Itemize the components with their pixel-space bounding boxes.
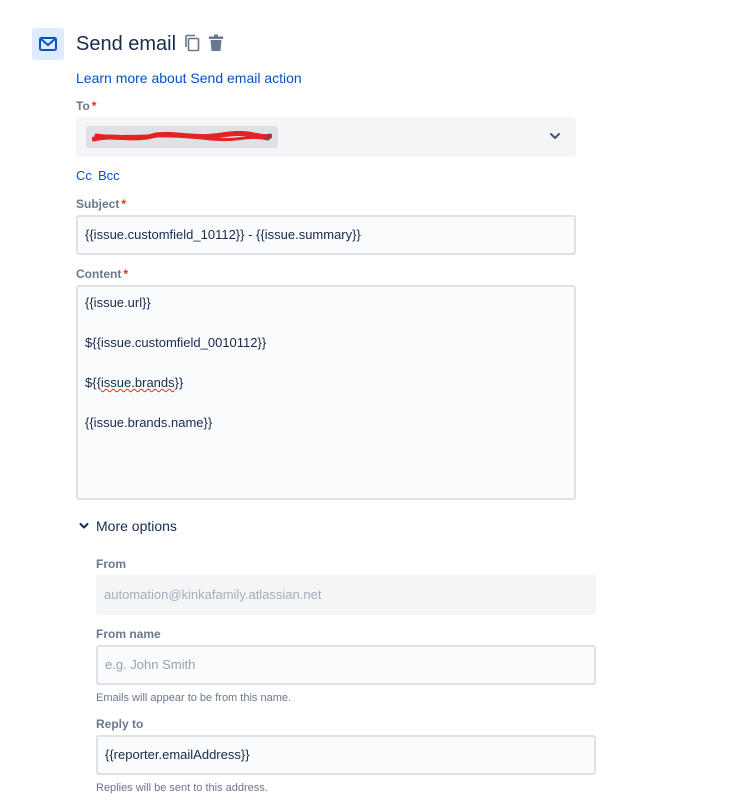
more-options-toggle[interactable]: More options	[78, 517, 177, 535]
content-label: Content *	[76, 267, 128, 281]
cc-link[interactable]: Cc	[76, 168, 92, 184]
content-textarea[interactable]: {{issue.url}} ${{issue.customfield_00101…	[76, 285, 576, 500]
remove-recipient-icon[interactable]: ×	[264, 129, 272, 144]
recipient-chip: ×	[86, 126, 278, 148]
bcc-link[interactable]: Bcc	[98, 168, 120, 184]
learn-more-link[interactable]: Learn more about Send email action	[76, 69, 302, 87]
subject-label-text: Subject	[76, 197, 120, 211]
content-label-text: Content	[76, 267, 122, 281]
page-title: Send email	[76, 33, 177, 55]
envelope-icon	[39, 37, 57, 51]
from-name-label: From name	[96, 627, 161, 641]
content-line: {{issue.brands.name}}	[85, 415, 213, 430]
content-line: ${{issue.customfield_0010112}}	[85, 335, 267, 350]
from-label: From	[96, 557, 126, 571]
to-label: To *	[76, 99, 96, 113]
trash-icon[interactable]	[207, 34, 225, 52]
action-icon-badge	[32, 28, 64, 60]
reply-to-helper: Replies will be sent to this address.	[96, 782, 268, 794]
spellcheck-underline: issue.brands	[100, 375, 175, 390]
from-name-placeholder: e.g. John Smith	[105, 657, 196, 672]
to-recipient-select[interactable]: ×	[76, 117, 576, 157]
subject-value: {{issue.customfield_10112}} - {{issue.su…	[85, 227, 361, 242]
subject-input[interactable]: {{issue.customfield_10112}} - {{issue.su…	[76, 215, 576, 255]
to-label-text: To	[76, 99, 90, 113]
from-value: automation@kinkafamily.atlassian.net	[104, 587, 322, 602]
redaction-scribble	[92, 131, 272, 142]
chevron-down-icon	[79, 523, 89, 529]
reply-to-input[interactable]: {{reporter.emailAddress}}	[96, 735, 596, 775]
from-field: automation@kinkafamily.atlassian.net	[96, 575, 596, 615]
reply-to-label: Reply to	[96, 717, 144, 731]
from-name-helper: Emails will appear to be from this name.	[96, 692, 292, 704]
required-mark: *	[91, 99, 97, 113]
subject-label: Subject *	[76, 197, 126, 211]
from-name-input[interactable]: e.g. John Smith	[96, 645, 596, 685]
required-mark: *	[123, 267, 128, 281]
copy-icon[interactable]	[184, 34, 200, 52]
reply-to-value: {{reporter.emailAddress}}	[105, 747, 250, 762]
more-options-label: More options	[96, 518, 177, 534]
content-line: {{issue.url}}	[85, 295, 151, 310]
content-line: ${{issue.brands}}	[85, 375, 184, 390]
required-mark: *	[121, 197, 127, 211]
chevron-down-icon[interactable]	[548, 129, 562, 143]
